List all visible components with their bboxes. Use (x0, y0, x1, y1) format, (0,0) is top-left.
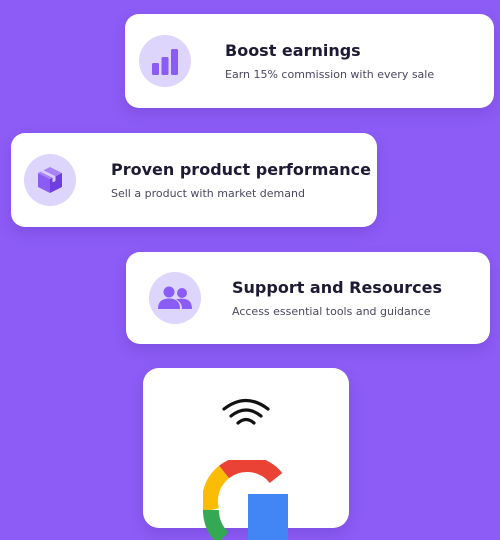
card-description: Sell a product with market demand (111, 186, 305, 200)
bar-chart-icon (139, 35, 191, 87)
card-title: Proven product performance (111, 159, 371, 179)
feature-card-proven-product: Proven product performance Sell a produc… (11, 133, 377, 227)
wifi-icon (222, 398, 270, 425)
card-description: Access essential tools and guidance (232, 304, 431, 318)
card-title: Boost earnings (225, 40, 361, 60)
google-logo-icon (203, 460, 288, 540)
card-title: Support and Resources (232, 277, 442, 297)
box-icon (24, 154, 76, 206)
users-icon (149, 272, 201, 324)
feature-card-support-resources: Support and Resources Access essential t… (126, 252, 490, 344)
feature-card-boost-earnings: Boost earnings Earn 15% commission with … (125, 14, 494, 108)
payment-card (143, 368, 349, 540)
card-description: Earn 15% commission with every sale (225, 67, 435, 81)
